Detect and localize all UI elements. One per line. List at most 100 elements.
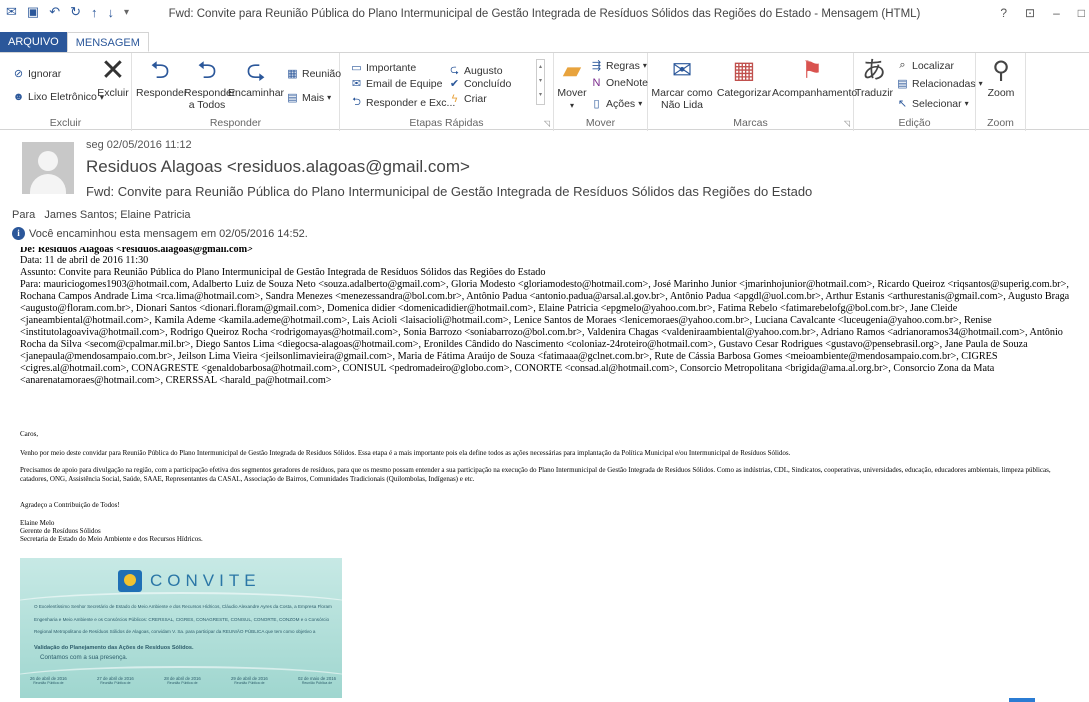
folder-icon: ▭ (351, 62, 362, 74)
message-date: seg 02/05/2016 11:12 (86, 139, 192, 151)
binoculars-icon: ⌕ (899, 59, 906, 71)
lightning-icon: ϟ (451, 93, 458, 105)
to-list[interactable]: James Santos; Elaine Patricia (44, 209, 190, 221)
invite-count-on-you: Contamos com a sua presença. (40, 654, 128, 661)
fwd-to[interactable]: Para: mauriciogomes1903@hotmail.com, Ada… (20, 279, 1085, 387)
group-label-zoom: Zoom (987, 117, 1014, 129)
invite-date: 29 de abril de 2016 Reunião Pública de (231, 676, 268, 685)
delete-x-icon: ✕ (100, 54, 126, 87)
ribbon: ⊘ Ignorar ☻ Lixo Eletrônico ▾ ✕ Excluir Excl… (0, 52, 1089, 131)
invite-brand: CONVITE (118, 570, 261, 592)
invite-date: 27 de abril de 2016 Reunião Pública de (97, 676, 134, 685)
group-label-quick-steps: Etapas Rápidas (409, 117, 484, 129)
actions-button[interactable]: ▯ Ações ▾ (590, 97, 642, 111)
window-controls: ? ⊡ – □ (1000, 6, 1085, 20)
delete-button[interactable]: ✕ Excluir (96, 54, 130, 100)
greeting: Caros, (20, 430, 39, 438)
info-icon: i (12, 227, 25, 240)
fwd-from: De: Residuos Alagoas <residuos.alagoas@g… (20, 247, 253, 255)
quick-step-criar[interactable]: ϟ Criar (448, 93, 487, 105)
ignore-icon: ⊘ (13, 68, 24, 80)
thanks: Agradeço a Contribuição de Todos! (20, 501, 120, 509)
group-zoom: ⚲ Zoom Zoom (976, 53, 1026, 131)
sender[interactable]: Residuos Alagoas <residuos.alagoas@gmail… (86, 157, 470, 177)
reply-icon: ⮌ (150, 57, 170, 84)
group-label-tags: Marcas (733, 117, 768, 129)
quick-step-concluido[interactable]: ✔ Concluído (448, 77, 511, 91)
quick-step-email-equipe[interactable]: ✉ Email de Equipe (350, 77, 443, 91)
group-label-move: Mover (585, 117, 616, 129)
related-icon: ▤ (897, 78, 908, 90)
check-icon: ✔ (449, 78, 460, 90)
forward-button[interactable]: ⮎ Encaminhar (228, 57, 284, 99)
actions-icon: ▯ (593, 98, 600, 110)
group-label-excluir: Excluir (49, 117, 82, 129)
to-label: Para (12, 209, 36, 221)
rules-icon: ⇶ (591, 60, 602, 72)
reply-button[interactable]: ⮌ Responder (136, 57, 187, 99)
paragraph-2: Precisamos de apoio para divulgação na r… (20, 466, 1051, 483)
fwd-date: Data: 11 de abril de 2016 11:30 (20, 255, 149, 266)
maximize-button[interactable]: □ (1078, 6, 1085, 20)
group-responder: ⮌ Responder ⮌ Responder a Todos ⮎ Encaminha… (132, 53, 341, 131)
magnifier-icon: ⚲ (992, 57, 1010, 84)
quick-step-responder-excluir[interactable]: ⮌ Responder e Exc... (350, 93, 455, 112)
quick-steps-scroll[interactable]: ▴ ▾ ▾ (536, 59, 545, 105)
cursor-icon: ↖ (897, 98, 908, 110)
tags-launcher-icon[interactable]: ◹ (844, 119, 850, 128)
junk-icon: ☻ (12, 91, 25, 103)
recipients: Para James Santos; Elaine Patricia (12, 209, 191, 221)
invite-date: 28 de abril de 2016 Reunião Pública de (164, 676, 201, 685)
group-quick-steps: ▭ Importante ✉ Email de Equipe ⮌ Responder … (340, 53, 554, 131)
reply-all-button[interactable]: ⮌ Responder a Todos (184, 57, 235, 111)
junk-button[interactable]: ☻ Lixo Eletrônico ▾ (12, 91, 104, 103)
scrollbar-thumb[interactable] (1009, 698, 1035, 702)
sender-avatar (22, 142, 74, 194)
message-subject: Fwd: Convite para Reunião Pública do Pla… (86, 184, 813, 199)
forwarded-info-bar[interactable]: i Você encaminhou esta mensagem em 02/05… (12, 227, 308, 240)
invite-title: CONVITE (150, 571, 261, 590)
invite-line-1: O Excelentíssimo Senhor Secretário de Es… (34, 604, 332, 609)
tab-message[interactable]: MENSAGEM (66, 32, 149, 52)
quick-step-importante[interactable]: ▭ Importante (350, 61, 416, 75)
invite-line-3: Regional Metropolitano de Resíduos Sólid… (34, 629, 316, 634)
envelope-icon: ✉ (671, 57, 693, 84)
onenote-button[interactable]: N OneNote (590, 77, 649, 89)
signature-org: Secretaria de Estado do Meio Ambiente e … (20, 535, 203, 543)
invite-dates: 26 de abril de 2016 Reunião Pública de 27… (30, 676, 336, 685)
help-button[interactable]: ? (1000, 6, 1007, 20)
translate-icon: あ (862, 57, 886, 84)
forward-icon: ⮎ (246, 57, 266, 84)
move-button[interactable]: ▰ Mover ▾ (556, 57, 588, 112)
group-tags: ✉ Marcar como Não Lida ▦ Categorizar ⚑ Acom… (648, 53, 857, 131)
follow-up-button[interactable]: ⚑ Acompanhamento (772, 57, 857, 99)
rules-button[interactable]: ⇶ Regras ▾ (590, 59, 647, 73)
translate-button[interactable]: あ Traduzir (854, 57, 894, 99)
categorize-button[interactable]: ▦ Categorizar (714, 57, 774, 99)
invite-date: 26 de abril de 2016 Reunião Pública de (30, 676, 67, 685)
flag-icon: ⚑ (801, 57, 823, 84)
invite-line-2: Engenharia e Meio Ambiente e os Consórci… (34, 617, 330, 622)
categorize-icon: ▦ (732, 57, 756, 84)
reply-all-icon: ⮌ (197, 57, 217, 84)
quick-steps-launcher-icon[interactable]: ◹ (544, 119, 550, 128)
paragraph-1: Venho por meio deste convidar para Reuni… (20, 449, 791, 457)
tab-file[interactable]: ARQUIVO (0, 32, 67, 52)
invite-validation: Validação do Planejamento das Ações de R… (34, 645, 194, 651)
zoom-button[interactable]: ⚲ Zoom (980, 57, 1022, 99)
meeting-button[interactable]: ▦ Reunião (286, 67, 341, 81)
window-title: Fwd: Convite para Reunião Pública do Pla… (168, 8, 921, 20)
onenote-icon: N (592, 77, 601, 89)
forwarded-info-text: Você encaminhou esta mensagem em 02/05/2… (29, 227, 308, 240)
ribbon-display-button[interactable]: ⊡ (1025, 6, 1035, 20)
more-button[interactable]: ▤ Mais ▾ (286, 91, 331, 105)
select-button[interactable]: ↖ Selecionar ▾ (896, 97, 969, 111)
ignore-button[interactable]: ⊘ Ignorar (12, 67, 61, 81)
find-button[interactable]: ⌕ Localizar (896, 59, 954, 72)
related-button[interactable]: ▤ Relacionadas ▾ (896, 77, 982, 91)
title-bar: ✉ ▣ ↶ ↻ ↑ ↓ ▾ Fwd: Convite para Reunião … (0, 0, 1089, 30)
group-editing: あ Traduzir ⌕ Localizar ▤ Relacionadas ▾ ↖ Sel… (854, 53, 983, 131)
mark-unread-button[interactable]: ✉ Marcar como Não Lida (650, 57, 714, 111)
minimize-button[interactable]: – (1053, 6, 1060, 20)
team-email-icon: ✉ (351, 78, 362, 90)
